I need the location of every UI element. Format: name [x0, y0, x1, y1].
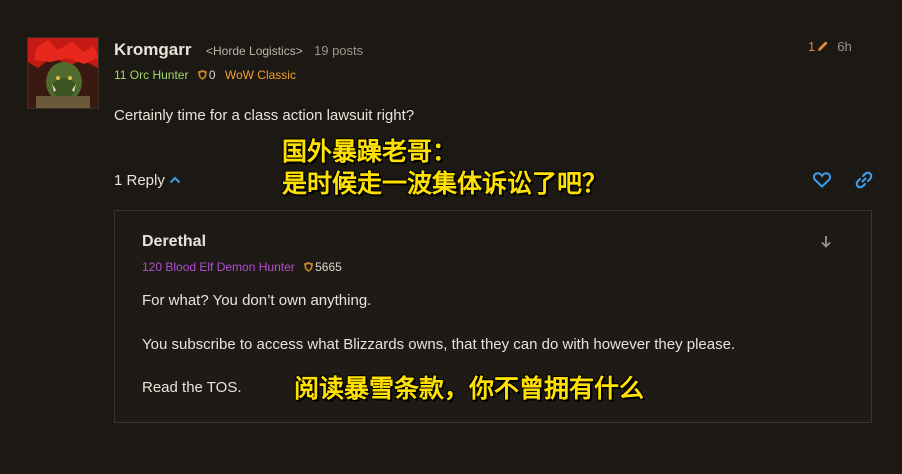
- reply-author-name[interactable]: Derethal: [142, 233, 206, 251]
- guild-name: <Horde Logistics>: [206, 44, 303, 58]
- link-icon[interactable]: [855, 171, 873, 189]
- reply-achievement-points: 5665: [304, 260, 342, 274]
- chevron-up-icon: [169, 176, 181, 184]
- post-time[interactable]: 6h: [837, 39, 851, 54]
- heart-icon[interactable]: [813, 172, 831, 188]
- post-body: Certainly time for a class action lawsui…: [114, 107, 415, 124]
- character-class: 11 Orc Hunter: [114, 68, 189, 82]
- avatar[interactable]: [27, 37, 99, 109]
- forum-post: Kromgarr <Horde Logistics> 19 posts 11 O…: [0, 0, 902, 474]
- shield-icon: [197, 70, 207, 80]
- caption-overlay-2: 阅读暴雪条款，你不曾拥有什么: [294, 375, 645, 403]
- reply-paragraph-1: For what? You don’t own anything.: [142, 292, 372, 309]
- pencil-icon[interactable]: [817, 40, 829, 52]
- reply-paragraph-3: Read the TOS.: [142, 379, 242, 396]
- edit-count[interactable]: 1: [808, 39, 815, 54]
- reply-count-label: 1 Reply: [114, 172, 165, 189]
- achievement-points-value: 0: [208, 68, 216, 82]
- orc-avatar-image: [28, 38, 98, 108]
- post-count: 19 posts: [314, 43, 364, 58]
- arrow-down-icon[interactable]: [820, 235, 832, 249]
- character-line: 11 Orc Hunter 0 WoW Classic: [114, 68, 296, 82]
- achievement-points: 0: [197, 68, 219, 82]
- reply-achievement-value: 5665: [315, 260, 342, 274]
- reply-character-line: 120 Blood Elf Demon Hunter 5665: [142, 260, 342, 274]
- game-version: WoW Classic: [224, 68, 296, 82]
- caption-overlay: 国外暴躁老哥： 是时候走一波集体诉讼了吧？: [282, 136, 607, 200]
- post-meta: 1 6h: [808, 39, 852, 54]
- reply-character-class: 120 Blood Elf Demon Hunter: [142, 260, 295, 274]
- replies-toggle-button[interactable]: 1 Reply: [114, 172, 181, 189]
- caption-line-1: 国外暴躁老哥：: [282, 138, 458, 166]
- author-name[interactable]: Kromgarr: [114, 40, 191, 60]
- caption-line-2: 是时候走一波集体诉讼了吧？: [282, 170, 608, 198]
- reply-paragraph-2: You subscribe to access what Blizzards o…: [142, 336, 736, 353]
- shield-icon: [304, 262, 314, 272]
